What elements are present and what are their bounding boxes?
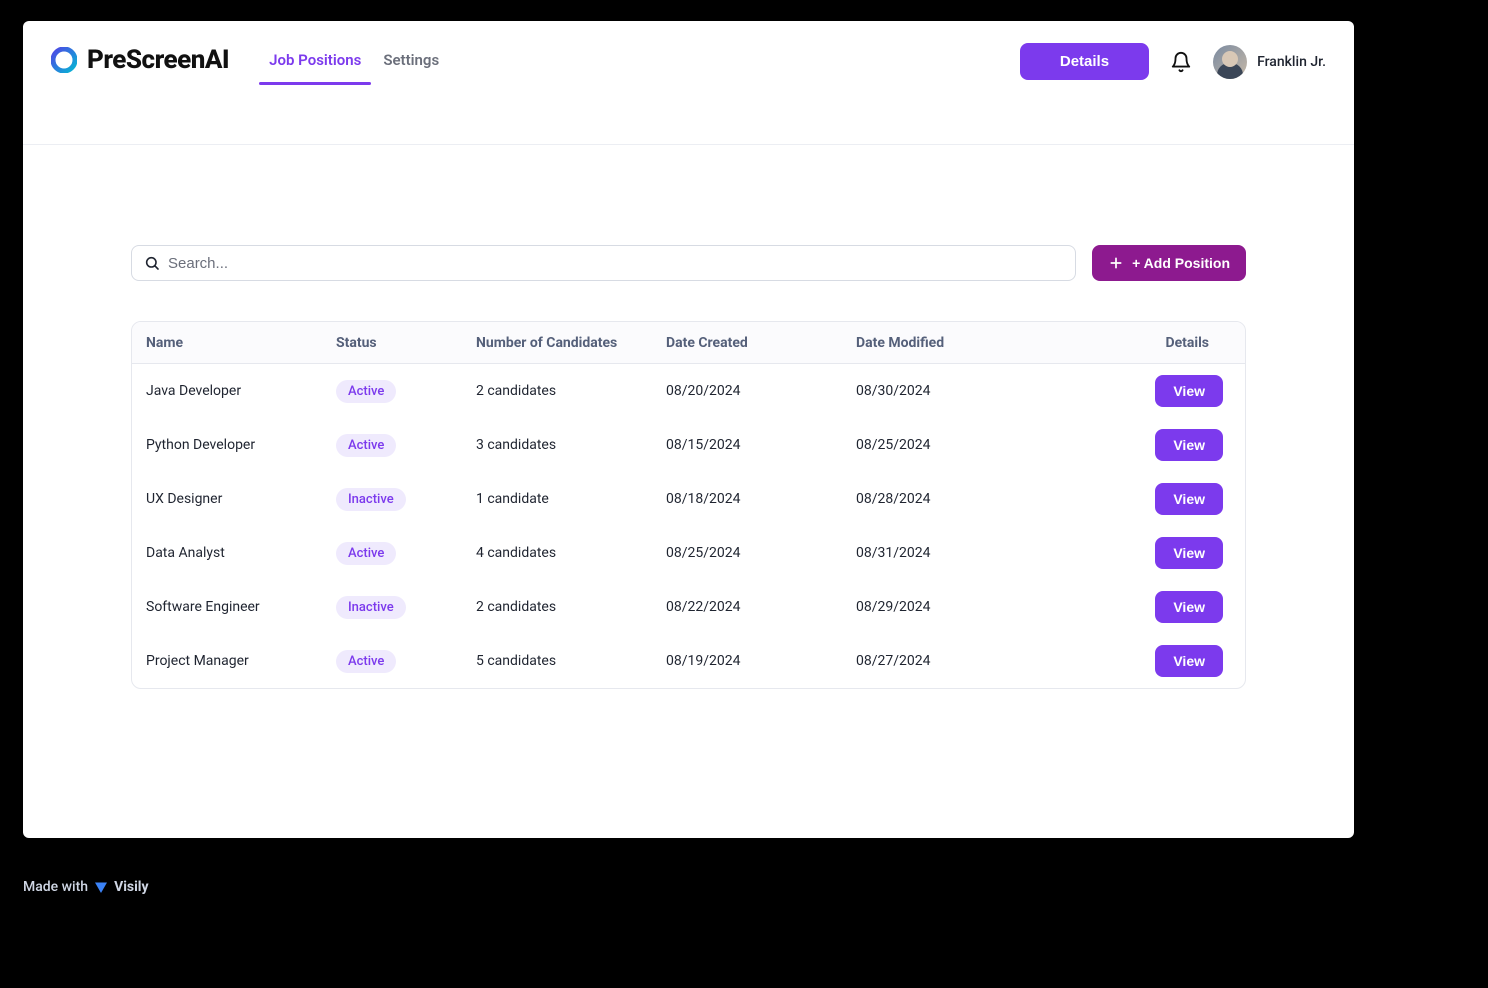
table-header: Name Status Number of Candidates Date Cr… <box>132 322 1245 364</box>
view-button[interactable]: View <box>1155 591 1223 623</box>
cell-modified: 08/28/2024 <box>856 491 1096 507</box>
col-modified: Date Modified <box>856 335 1096 351</box>
table-row: Project ManagerActive 5 candidates08/19/2… <box>132 634 1245 688</box>
cell-status: Inactive <box>336 488 476 511</box>
cell-details: View <box>1096 591 1231 623</box>
nav-tabs: Job Positions Settings <box>269 51 439 83</box>
cell-name: Data Analyst <box>146 545 336 561</box>
topbar-right: Details Franklin Jr. <box>1020 43 1326 80</box>
avatar <box>1213 45 1247 79</box>
status-pill: Active <box>336 434 396 457</box>
col-candidates: Number of Candidates <box>476 335 666 351</box>
view-button[interactable]: View <box>1155 645 1223 677</box>
col-details: Details <box>1096 335 1231 351</box>
tab-settings[interactable]: Settings <box>383 51 439 83</box>
watermark-brand: Visily <box>114 879 149 895</box>
app-frame: PreScreenAI Job Positions Settings Detai… <box>23 21 1354 838</box>
view-button[interactable]: View <box>1155 483 1223 515</box>
col-status: Status <box>336 335 476 351</box>
brand-name: PreScreenAI <box>87 45 229 75</box>
cell-created: 08/19/2024 <box>666 653 856 669</box>
cell-status: Active <box>336 380 476 403</box>
cell-name: Software Engineer <box>146 599 336 615</box>
cell-modified: 08/31/2024 <box>856 545 1096 561</box>
view-button[interactable]: View <box>1155 537 1223 569</box>
cell-details: View <box>1096 537 1231 569</box>
add-position-button[interactable]: + Add Position <box>1092 245 1246 281</box>
visily-logo-icon <box>92 878 110 896</box>
table-row: Python DeveloperActive 3 candidates08/15/… <box>132 418 1245 472</box>
view-button[interactable]: View <box>1155 429 1223 461</box>
search-input[interactable] <box>168 255 1063 272</box>
watermark-prefix: Made with <box>23 879 88 895</box>
cell-status: Active <box>336 434 476 457</box>
cell-details: View <box>1096 429 1231 461</box>
cell-created: 08/25/2024 <box>666 545 856 561</box>
notifications-button[interactable] <box>1167 48 1195 76</box>
bell-icon <box>1170 51 1192 73</box>
cell-details: View <box>1096 483 1231 515</box>
table-row: UX DesignerInactive 1 candidate08/18/2024… <box>132 472 1245 526</box>
cell-created: 08/18/2024 <box>666 491 856 507</box>
details-button[interactable]: Details <box>1020 43 1149 80</box>
table-row: Java DeveloperActive 2 candidates08/20/20… <box>132 364 1245 418</box>
table-body: Java DeveloperActive2 candidates08/20/20… <box>132 364 1245 688</box>
plus-icon <box>1108 255 1124 271</box>
watermark: Made with Visily <box>23 878 149 896</box>
status-pill: Active <box>336 542 396 565</box>
toolbar: + Add Position <box>131 245 1246 281</box>
user-menu[interactable]: Franklin Jr. <box>1213 45 1326 79</box>
cell-candidates: 5 candidates <box>476 653 666 669</box>
cell-status: Active <box>336 542 476 565</box>
cell-modified: 08/27/2024 <box>856 653 1096 669</box>
cell-candidates: 3 candidates <box>476 437 666 453</box>
tab-job-positions[interactable]: Job Positions <box>269 51 361 83</box>
user-name: Franklin Jr. <box>1257 54 1326 70</box>
cell-modified: 08/25/2024 <box>856 437 1096 453</box>
cell-modified: 08/30/2024 <box>856 383 1096 399</box>
table-row: Data AnalystActive 4 candidates08/25/2024… <box>132 526 1245 580</box>
cell-name: Project Manager <box>146 653 336 669</box>
cell-details: View <box>1096 645 1231 677</box>
cell-created: 08/20/2024 <box>666 383 856 399</box>
content: + Add Position Name Status Number of Can… <box>23 145 1354 689</box>
cell-candidates: 1 candidate <box>476 491 666 507</box>
search-icon <box>144 255 160 271</box>
add-position-label: + Add Position <box>1132 255 1230 271</box>
cell-name: Java Developer <box>146 383 336 399</box>
search-box[interactable] <box>131 245 1076 281</box>
cell-name: UX Designer <box>146 491 336 507</box>
status-pill: Active <box>336 380 396 403</box>
positions-table: Name Status Number of Candidates Date Cr… <box>131 321 1246 689</box>
view-button[interactable]: View <box>1155 375 1223 407</box>
cell-modified: 08/29/2024 <box>856 599 1096 615</box>
topbar: PreScreenAI Job Positions Settings Detai… <box>23 21 1354 145</box>
cell-candidates: 2 candidates <box>476 383 666 399</box>
brand-logo-icon <box>51 47 77 73</box>
cell-candidates: 4 candidates <box>476 545 666 561</box>
cell-created: 08/22/2024 <box>666 599 856 615</box>
status-pill: Inactive <box>336 488 406 511</box>
brand: PreScreenAI <box>51 45 229 75</box>
cell-candidates: 2 candidates <box>476 599 666 615</box>
cell-status: Active <box>336 650 476 673</box>
table-row: Software EngineerInactive2 candidates08/… <box>132 580 1245 634</box>
col-created: Date Created <box>666 335 856 351</box>
cell-status: Inactive <box>336 596 476 619</box>
status-pill: Active <box>336 650 396 673</box>
cell-created: 08/15/2024 <box>666 437 856 453</box>
cell-name: Python Developer <box>146 437 336 453</box>
col-name: Name <box>146 335 336 351</box>
status-pill: Inactive <box>336 596 406 619</box>
cell-details: View <box>1096 375 1231 407</box>
